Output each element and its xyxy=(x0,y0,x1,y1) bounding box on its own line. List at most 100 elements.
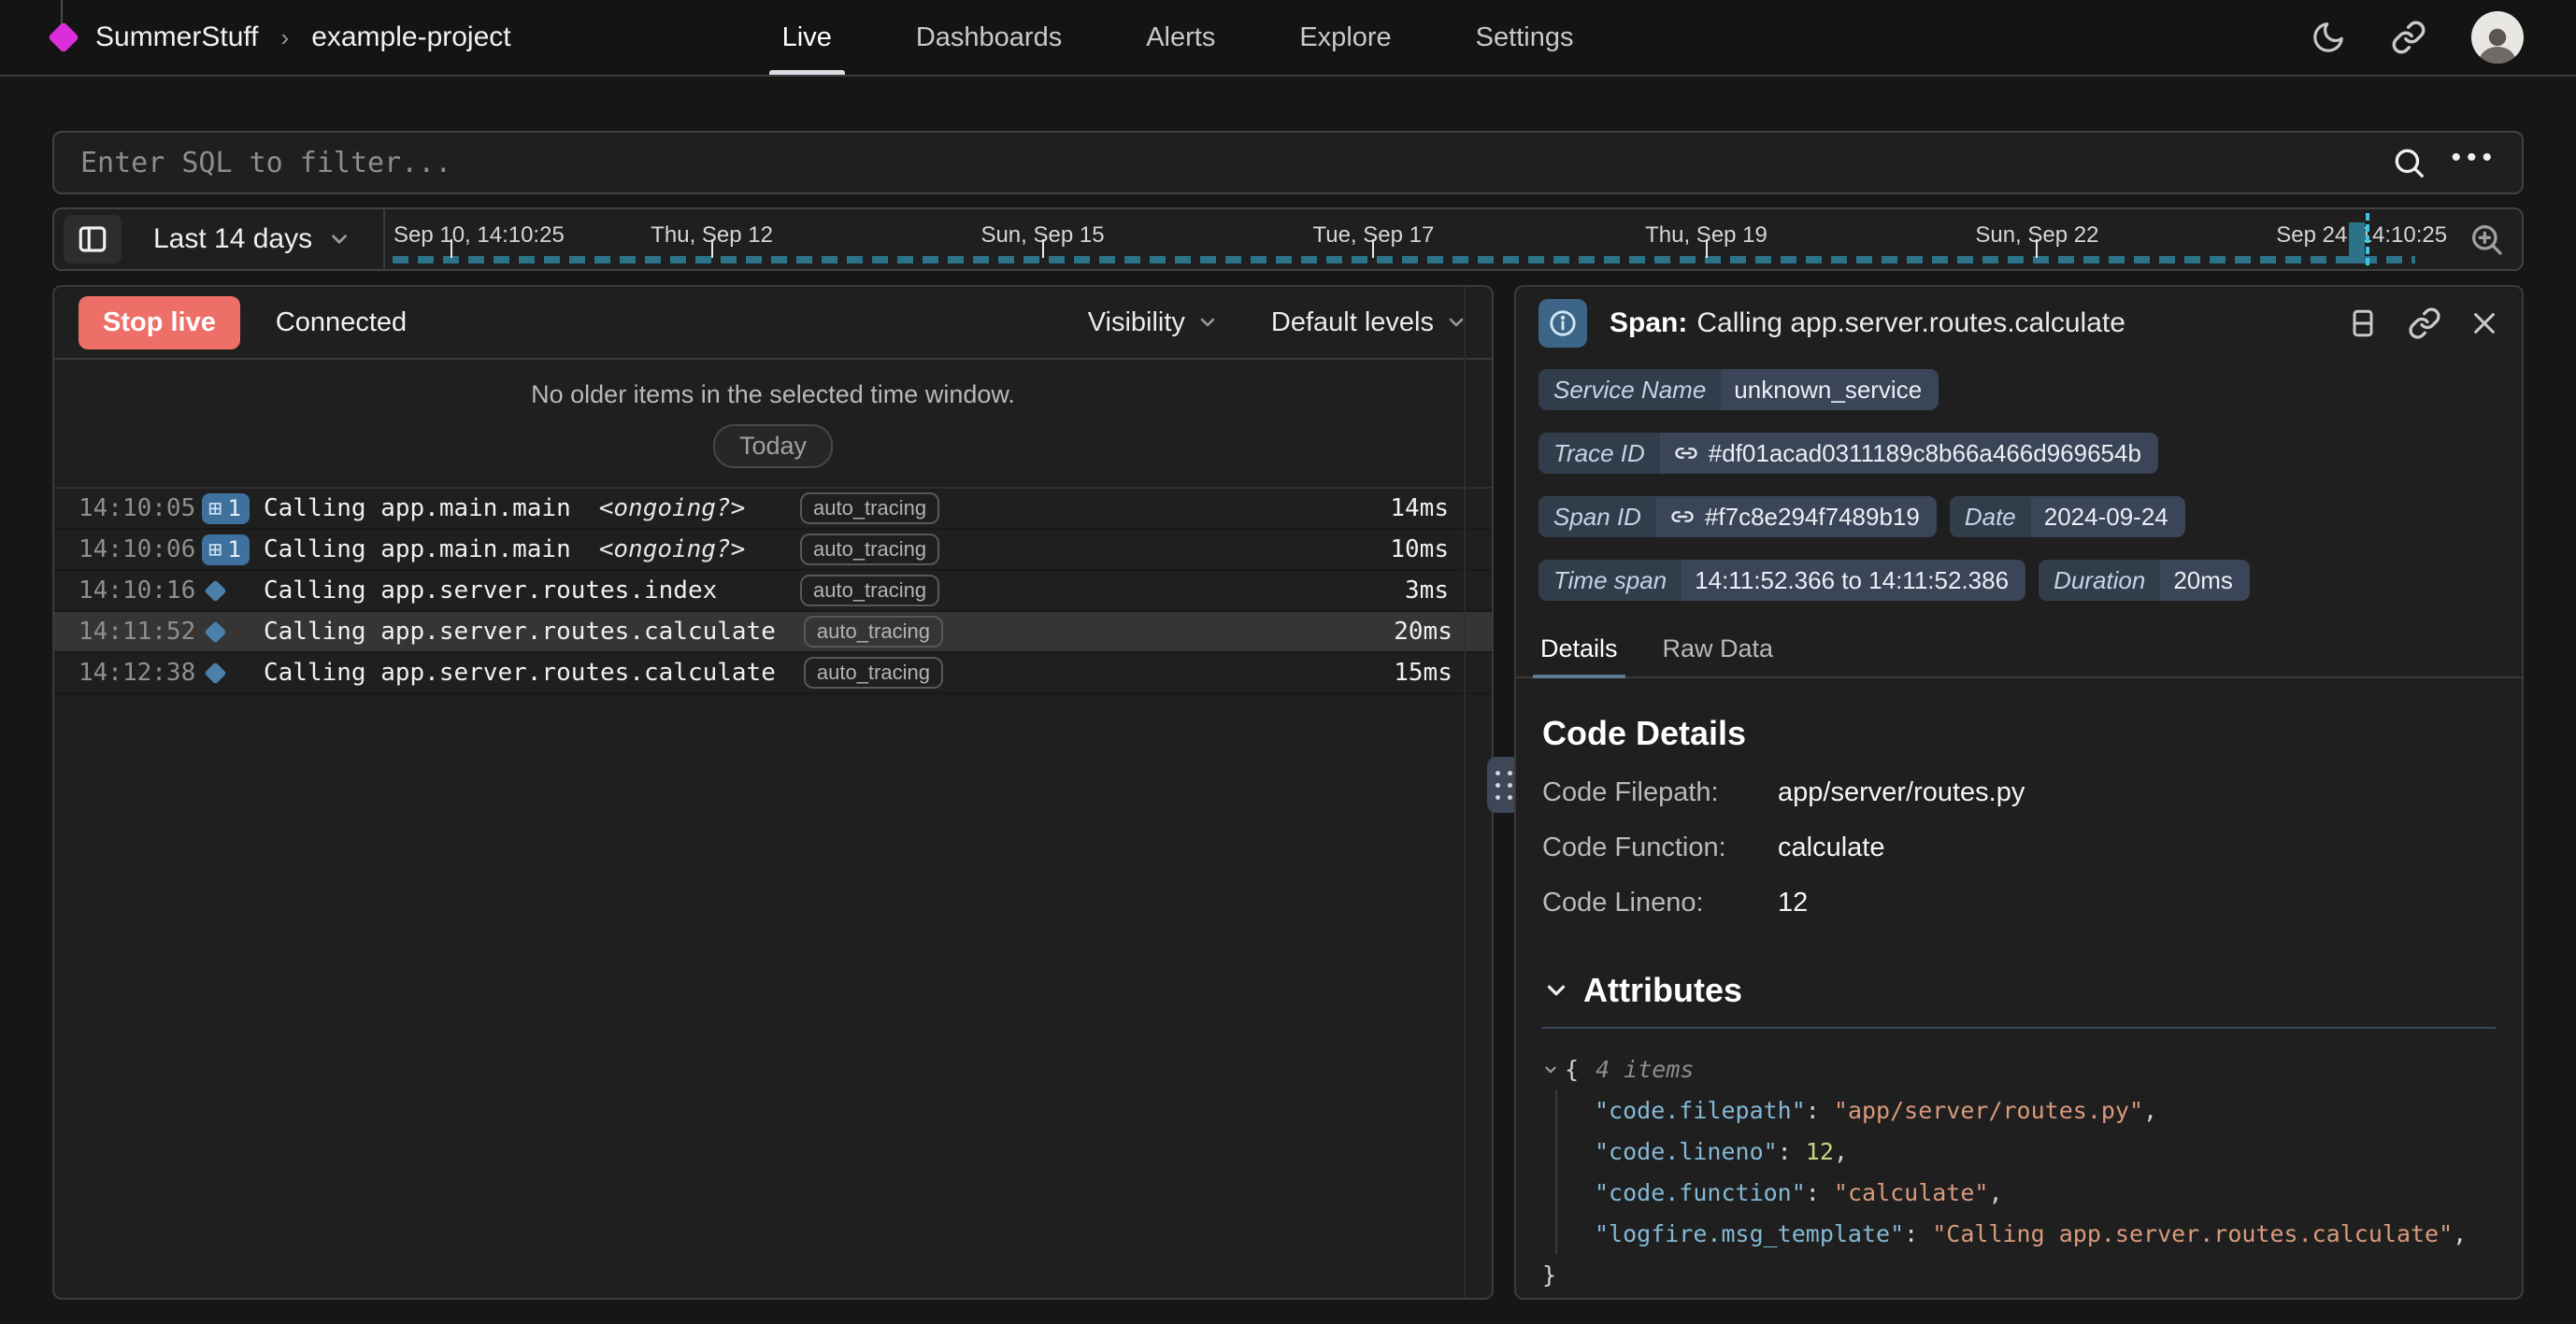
badge-label: Span ID xyxy=(1538,496,1656,537)
service-name-badge: Service Name unknown_service xyxy=(1538,369,1939,410)
span-metadata-badges: Service Name unknown_service Trace ID #d… xyxy=(1516,360,2522,601)
span-id-value: #f7c8e294f7489b19 xyxy=(1705,503,1920,532)
sidebar-toggle-icon[interactable] xyxy=(64,215,122,263)
trace-row[interactable]: 14:12:38 ⊞ Calling app.server.routes.cal… xyxy=(54,653,1492,694)
timeline-tick xyxy=(711,239,713,258)
trace-id-value: #df01acad0311189c8b66a466d969654b xyxy=(1709,439,2141,468)
share-link-icon[interactable] xyxy=(2391,20,2426,55)
code-function-row: Code Function: calculate xyxy=(1542,833,2496,863)
trace-id-badge[interactable]: Trace ID #df01acad0311189c8b66a466d96965… xyxy=(1538,433,2158,474)
duration-badge: Duration 20ms xyxy=(2039,560,2250,601)
span-name: Calling app.server.routes.calculate xyxy=(1696,307,2125,338)
tab-details[interactable]: Details xyxy=(1538,625,1620,676)
default-levels-dropdown[interactable]: Default levels xyxy=(1271,307,1467,338)
chevron-down-icon xyxy=(1542,1061,1559,1078)
span-id-badge[interactable]: Span ID #f7c8e294f7489b19 xyxy=(1538,496,1937,537)
org-name[interactable]: SummerStuff xyxy=(95,21,259,53)
zoom-in-icon[interactable] xyxy=(2468,221,2505,258)
kv-value: calculate xyxy=(1778,833,1884,863)
trace-row[interactable]: 14:10:16 ⊞ Calling app.server.routes.ind… xyxy=(54,571,1492,612)
timeline-track[interactable]: Sep 10, 14:10:25 Thu, Sep 12 Sun, Sep 15… xyxy=(385,209,2453,269)
timeline-tick xyxy=(2036,239,2038,258)
tab-settings[interactable]: Settings xyxy=(1476,0,1574,75)
row-duration: 20ms xyxy=(1363,618,1453,646)
json-value: "Calling app.server.routes.calculate" xyxy=(1932,1220,2467,1247)
trace-row[interactable]: 14:10:06 ⊞1 Calling app.main.main <ongoi… xyxy=(54,530,1492,571)
tab-alerts[interactable]: Alerts xyxy=(1146,0,1215,75)
trace-row[interactable]: 14:10:05 ⊞1 Calling app.main.main <ongoi… xyxy=(54,489,1492,530)
trace-list: 14:10:05 ⊞1 Calling app.main.main <ongoi… xyxy=(54,489,1492,694)
split-panel-icon[interactable] xyxy=(2346,306,2380,340)
row-timestamp: 14:10:05 xyxy=(79,494,202,522)
json-value: "calculate" xyxy=(1834,1179,2003,1206)
kv-value: 12 xyxy=(1778,888,1808,918)
trace-count-badge: ⊞1 xyxy=(202,493,250,524)
copy-link-icon[interactable] xyxy=(2408,306,2441,340)
attributes-section-toggle[interactable]: Attributes xyxy=(1542,971,2496,1010)
json-key: "code.function" xyxy=(1595,1179,1806,1206)
span-kind-label: Span: xyxy=(1610,307,1687,338)
json-entries: "code.filepath": "app/server/routes.py" … xyxy=(1555,1090,2496,1255)
visibility-dropdown[interactable]: Visibility xyxy=(1088,307,1219,338)
close-icon[interactable] xyxy=(2469,308,2499,338)
pane-divider xyxy=(1494,285,1514,1300)
search-icon[interactable] xyxy=(2391,145,2426,180)
link-icon xyxy=(1673,440,1699,466)
brand-diamond-icon[interactable] xyxy=(48,21,79,53)
top-navigation: SummerStuff › example-project Live Dashb… xyxy=(0,0,2576,77)
time-window-notice: No older items in the selected time wind… xyxy=(54,360,1492,489)
span-detail-actions xyxy=(2346,306,2499,340)
detail-tabs: Details Raw Data xyxy=(1516,625,2522,678)
span-name: Calling app.main.main xyxy=(264,535,571,563)
more-options-icon[interactable]: ••• xyxy=(2451,158,2497,167)
chevron-down-icon xyxy=(1196,311,1219,334)
divider xyxy=(1542,1027,2496,1029)
attributes-heading: Attributes xyxy=(1583,971,1742,1010)
today-button[interactable]: Today xyxy=(713,424,833,468)
json-root-toggle[interactable]: { 4 items xyxy=(1542,1049,2496,1090)
span-name: Calling app.main.main xyxy=(264,494,571,522)
timeline-start-label: Sep 10, 14:10:25 xyxy=(394,222,565,249)
tag-badge: auto_tracing xyxy=(800,534,939,565)
chevron-down-icon xyxy=(1542,976,1570,1004)
nav-actions xyxy=(2311,11,2524,64)
row-duration: 14ms xyxy=(1359,494,1449,522)
row-duration: 15ms xyxy=(1363,659,1453,687)
sql-filter-input[interactable] xyxy=(54,133,2391,192)
badge-label: Service Name xyxy=(1538,369,1721,410)
live-feed-header: Stop live Connected Visibility Default l… xyxy=(54,287,1492,360)
visibility-label: Visibility xyxy=(1088,307,1185,338)
trace-row[interactable]: 14:11:52 ⊞ Calling app.server.routes.cal… xyxy=(54,612,1492,653)
json-entry: "code.lineno": 12 xyxy=(1595,1132,2496,1173)
row-timestamp: 14:10:16 xyxy=(79,577,202,605)
dark-mode-toggle-moon-icon[interactable] xyxy=(2311,20,2346,55)
tab-raw-data[interactable]: Raw Data xyxy=(1661,625,1776,676)
timeline-tick xyxy=(1042,239,1044,258)
open-brace: { xyxy=(1565,1049,1579,1090)
stop-live-button[interactable]: Stop live xyxy=(79,296,240,349)
tab-dashboards[interactable]: Dashboards xyxy=(916,0,1062,75)
span-diamond-icon xyxy=(204,662,226,684)
user-avatar[interactable] xyxy=(2471,11,2524,64)
json-entry: "code.filepath": "app/server/routes.py" xyxy=(1595,1090,2496,1132)
timeline-activity-spike xyxy=(2349,222,2365,263)
tab-live[interactable]: Live xyxy=(782,0,832,75)
time-span-badge: Time span 14:11:52.366 to 14:11:52.386 xyxy=(1538,560,2025,601)
connection-status: Connected xyxy=(276,307,407,338)
badge-label: Date xyxy=(1950,496,2031,537)
kv-label: Code Function: xyxy=(1542,833,1778,863)
code-filepath-row: Code Filepath: app/server/routes.py xyxy=(1542,777,2496,808)
timeline-tick xyxy=(451,239,452,258)
breadcrumb: SummerStuff › example-project xyxy=(52,21,511,53)
time-range-dropdown[interactable]: Last 14 days xyxy=(122,223,383,255)
span-title: Span: Calling app.server.routes.calculate xyxy=(1610,307,2125,339)
info-icon xyxy=(1538,299,1587,348)
kv-label: Code Lineno: xyxy=(1542,888,1778,918)
date-value: 2024-09-24 xyxy=(2031,503,2185,532)
json-value: 12 xyxy=(1806,1138,1848,1165)
project-name[interactable]: example-project xyxy=(311,21,510,53)
plus-square-icon: ⊞ xyxy=(208,538,222,561)
scrollbar[interactable] xyxy=(1464,287,1466,1298)
code-lineno-row: Code Lineno: 12 xyxy=(1542,888,2496,918)
tab-explore[interactable]: Explore xyxy=(1299,0,1391,75)
